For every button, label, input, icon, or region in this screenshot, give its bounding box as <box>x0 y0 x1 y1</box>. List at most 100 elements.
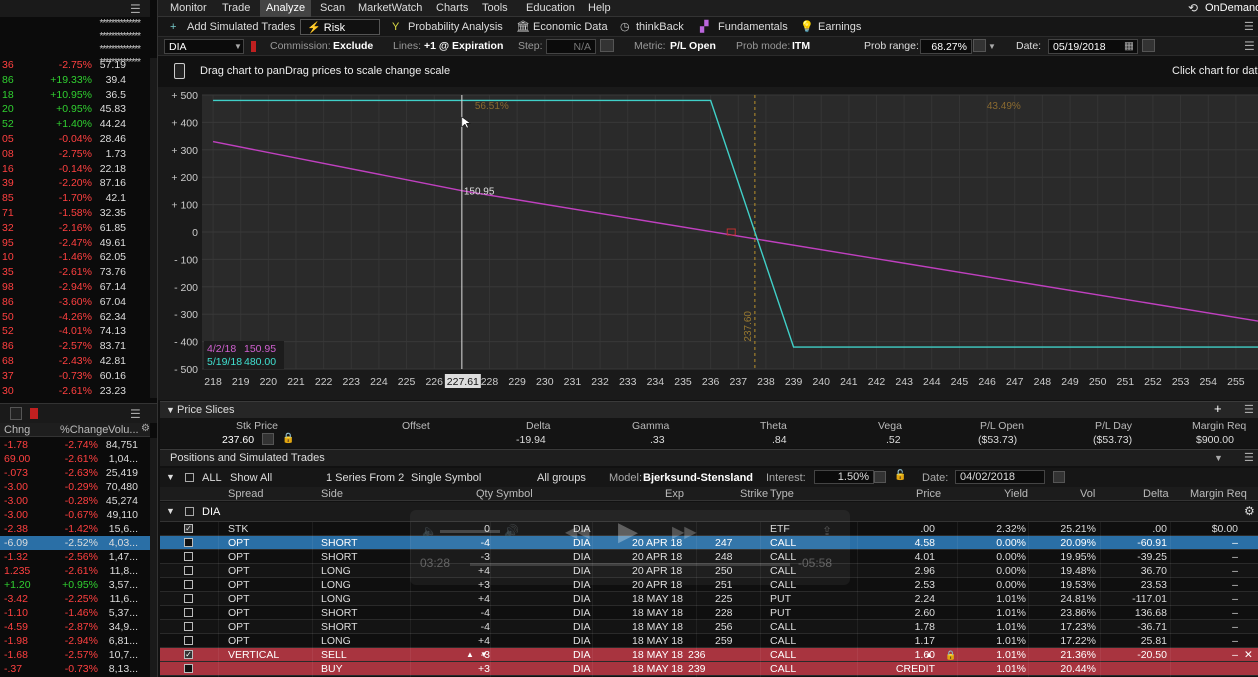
video-progress-bar[interactable] <box>470 563 790 566</box>
col-header-strike[interactable]: Strike <box>740 488 768 500</box>
menu-icon[interactable]: ☰ <box>1244 19 1254 35</box>
volume-mute-icon[interactable]: 🔈 <box>422 524 437 538</box>
dropdown-arrow-icon[interactable]: ▼ <box>480 648 488 662</box>
simulated-trade-row[interactable]: ✓ VERTICAL SELL -3 DIA 18 MAY 18 236 CALL 1.60 1.… <box>160 648 1258 662</box>
play-icon[interactable]: ▶ <box>618 516 638 547</box>
watchlist-row[interactable]: 08 -2.75% 1.73 <box>0 147 150 162</box>
menu-icon[interactable]: ☰ <box>1244 402 1254 418</box>
col-header-symbol[interactable]: Symbol <box>496 488 533 500</box>
settings-icon[interactable]: ⚙ <box>141 423 150 434</box>
watchlist-row[interactable]: 85 -1.70% 42.1 <box>0 191 150 206</box>
menu-analyze[interactable]: Analyze <box>260 0 312 17</box>
probrange-input[interactable]: 68.27% <box>920 39 972 54</box>
cell-exp[interactable]: 18 MAY 18 <box>632 648 683 662</box>
gear-icon[interactable]: ⚙ <box>1244 504 1255 518</box>
tab-add-simulated-trades[interactable]: Add Simulated Trades <box>187 19 295 35</box>
probrange-stepper[interactable] <box>973 39 986 52</box>
menu-help[interactable]: Help <box>582 0 617 17</box>
position-row[interactable]: OPT LONG +4 DIA 18 MAY 18 225 PUT 2.24 1.01% 24.8… <box>160 592 1258 606</box>
position-row[interactable]: OPT LONG +4 DIA 18 MAY 18 259 CALL 1.17 1.01% 17.… <box>160 634 1258 648</box>
ondemand-button[interactable]: OnDemand <box>1205 2 1258 14</box>
watchlist-row[interactable]: 86 -3.60% 67.04 <box>0 295 150 310</box>
stk-price-value[interactable]: 237.60 <box>222 434 254 446</box>
model-select[interactable]: Bjerksund-Stensland <box>643 472 753 484</box>
add-icon[interactable]: + <box>1214 401 1222 417</box>
row-checkbox[interactable] <box>184 594 193 603</box>
watchlist-row[interactable]: 39 -2.20% 87.16 <box>0 176 150 191</box>
watchlist-row[interactable]: 37 -0.73% 60.16 <box>0 369 150 384</box>
share-icon[interactable]: ⇪ <box>822 524 832 538</box>
interest-stepper[interactable] <box>874 471 886 483</box>
symbol-input[interactable]: DIA <box>164 39 244 54</box>
rewind-icon[interactable]: ◀◀ <box>565 522 590 542</box>
watchlist-row[interactable]: 30 -2.61% 23.23 <box>0 384 150 399</box>
menu-charts[interactable]: Charts <box>430 0 474 17</box>
cell-exp[interactable]: 18 MAY 18 <box>632 662 683 676</box>
watchlist-row[interactable]: 16 -0.14% 22.18 <box>0 162 150 177</box>
menu-icon[interactable]: ☰ <box>130 2 141 16</box>
watchlist-row[interactable]: 71 -1.58% 32.35 <box>0 206 150 221</box>
row-checkbox[interactable] <box>184 636 193 645</box>
chevron-down-icon[interactable]: ▼ <box>166 506 175 516</box>
risk-profile-chart[interactable]: + 500 + 400 + 300 + 200 + 100 0 - 100 - 200 - 30… <box>158 87 1258 400</box>
watchlist-row[interactable]: 68 -2.43% 42.81 <box>0 354 150 369</box>
cell-price[interactable]: CREDIT <box>896 662 935 676</box>
row-checkbox[interactable] <box>184 622 193 631</box>
risk-profile-svg[interactable]: + 500 + 400 + 300 + 200 + 100 0 - 100 - 200 - 30… <box>158 87 1258 400</box>
row-checkbox[interactable] <box>184 566 193 575</box>
group-checkbox[interactable] <box>185 507 194 516</box>
watchlist-row[interactable]: -.073 -2.63% 25,419 <box>0 466 150 480</box>
watchlist-row[interactable]: 50 -4.26% 62.34 <box>0 310 150 325</box>
simulated-trade-row[interactable]: BUY +3 DIA 18 MAY 18 239 CALL CREDIT 1.01% 20.44… <box>160 662 1258 676</box>
cell-qty[interactable]: +3 <box>478 662 490 676</box>
stk-price-stepper[interactable] <box>262 433 274 445</box>
series-filter-select[interactable]: 1 Series From 2 <box>326 472 404 484</box>
unlock-icon[interactable]: 🔓 <box>894 470 906 481</box>
watchlist-row[interactable]: 35 -2.61% 73.76 <box>0 265 150 280</box>
watchlist-row[interactable]: 10 -1.46% 62.05 <box>0 250 150 265</box>
col-header-margin-req[interactable]: Margin Req <box>1190 488 1247 500</box>
row-checkbox[interactable] <box>184 608 193 617</box>
dropdown-arrow-icon[interactable]: ▼ <box>234 39 242 54</box>
chevron-down-icon[interactable]: ▼ <box>166 472 175 482</box>
watchlist-row[interactable]: 18 +10.95% 36.5 <box>0 88 150 103</box>
dropdown-arrow-icon[interactable]: ▼ <box>988 39 996 54</box>
tab-earnings[interactable]: Earnings <box>818 19 861 35</box>
positions-date-input[interactable]: 04/02/2018 <box>955 470 1045 484</box>
col-header-vol[interactable]: Vol <box>1080 488 1095 500</box>
row-checkbox[interactable] <box>184 538 193 547</box>
col-header-delta[interactable]: Delta <box>1143 488 1169 500</box>
watchlist-row[interactable]: 69.00 -2.61% 1,04... <box>0 452 150 466</box>
lines-select[interactable]: +1 @ Expiration <box>424 39 503 54</box>
qty-stepper-icon[interactable]: ▲ <box>466 648 474 662</box>
positions-date-stepper[interactable] <box>1053 471 1065 483</box>
row-checkbox[interactable] <box>184 580 193 589</box>
menu-scan[interactable]: Scan <box>314 0 351 17</box>
cell-side[interactable]: SELL <box>321 648 347 662</box>
date-stepper[interactable] <box>1142 39 1155 52</box>
interest-input[interactable]: 1.50% <box>814 470 874 484</box>
price-stepper-icon[interactable]: ▲ <box>925 648 933 662</box>
col-header-exp[interactable]: Exp <box>665 488 684 500</box>
groups-filter-select[interactable]: All groups <box>537 472 586 484</box>
ondemand-icon[interactable]: ⟲ <box>1188 1 1198 15</box>
calendar-icon[interactable]: ▦ <box>1124 39 1134 54</box>
watchlist-row[interactable]: -3.00 -0.28% 45,274 <box>0 494 150 508</box>
row-checkbox[interactable]: ✓ <box>184 650 193 659</box>
show-filter-select[interactable]: Show All <box>230 472 272 484</box>
menu-icon[interactable]: ☰ <box>1244 39 1255 54</box>
tab-risk-profile[interactable]: ⚡ Risk Profile <box>300 19 380 50</box>
volume-high-icon[interactable]: 🔊 <box>504 524 519 538</box>
watchlist-row[interactable]: 05 -0.04% 28.46 <box>0 132 150 147</box>
red-flag-icon[interactable] <box>30 408 38 419</box>
fast-forward-icon[interactable]: ▶▶ <box>672 522 697 542</box>
select-all-checkbox[interactable] <box>185 473 194 482</box>
lock-icon[interactable]: 🔒 <box>945 648 956 662</box>
col-header-pctchange[interactable]: %Change <box>60 424 108 436</box>
row-checkbox[interactable] <box>184 552 193 561</box>
watchlist-row[interactable]: 95 -2.47% 49.61 <box>0 236 150 251</box>
cell-side[interactable]: BUY <box>321 662 343 676</box>
step-input[interactable]: N/A <box>546 39 596 54</box>
menu-monitor[interactable]: Monitor <box>164 0 213 17</box>
col-header-volume[interactable]: Volu... <box>108 424 139 436</box>
